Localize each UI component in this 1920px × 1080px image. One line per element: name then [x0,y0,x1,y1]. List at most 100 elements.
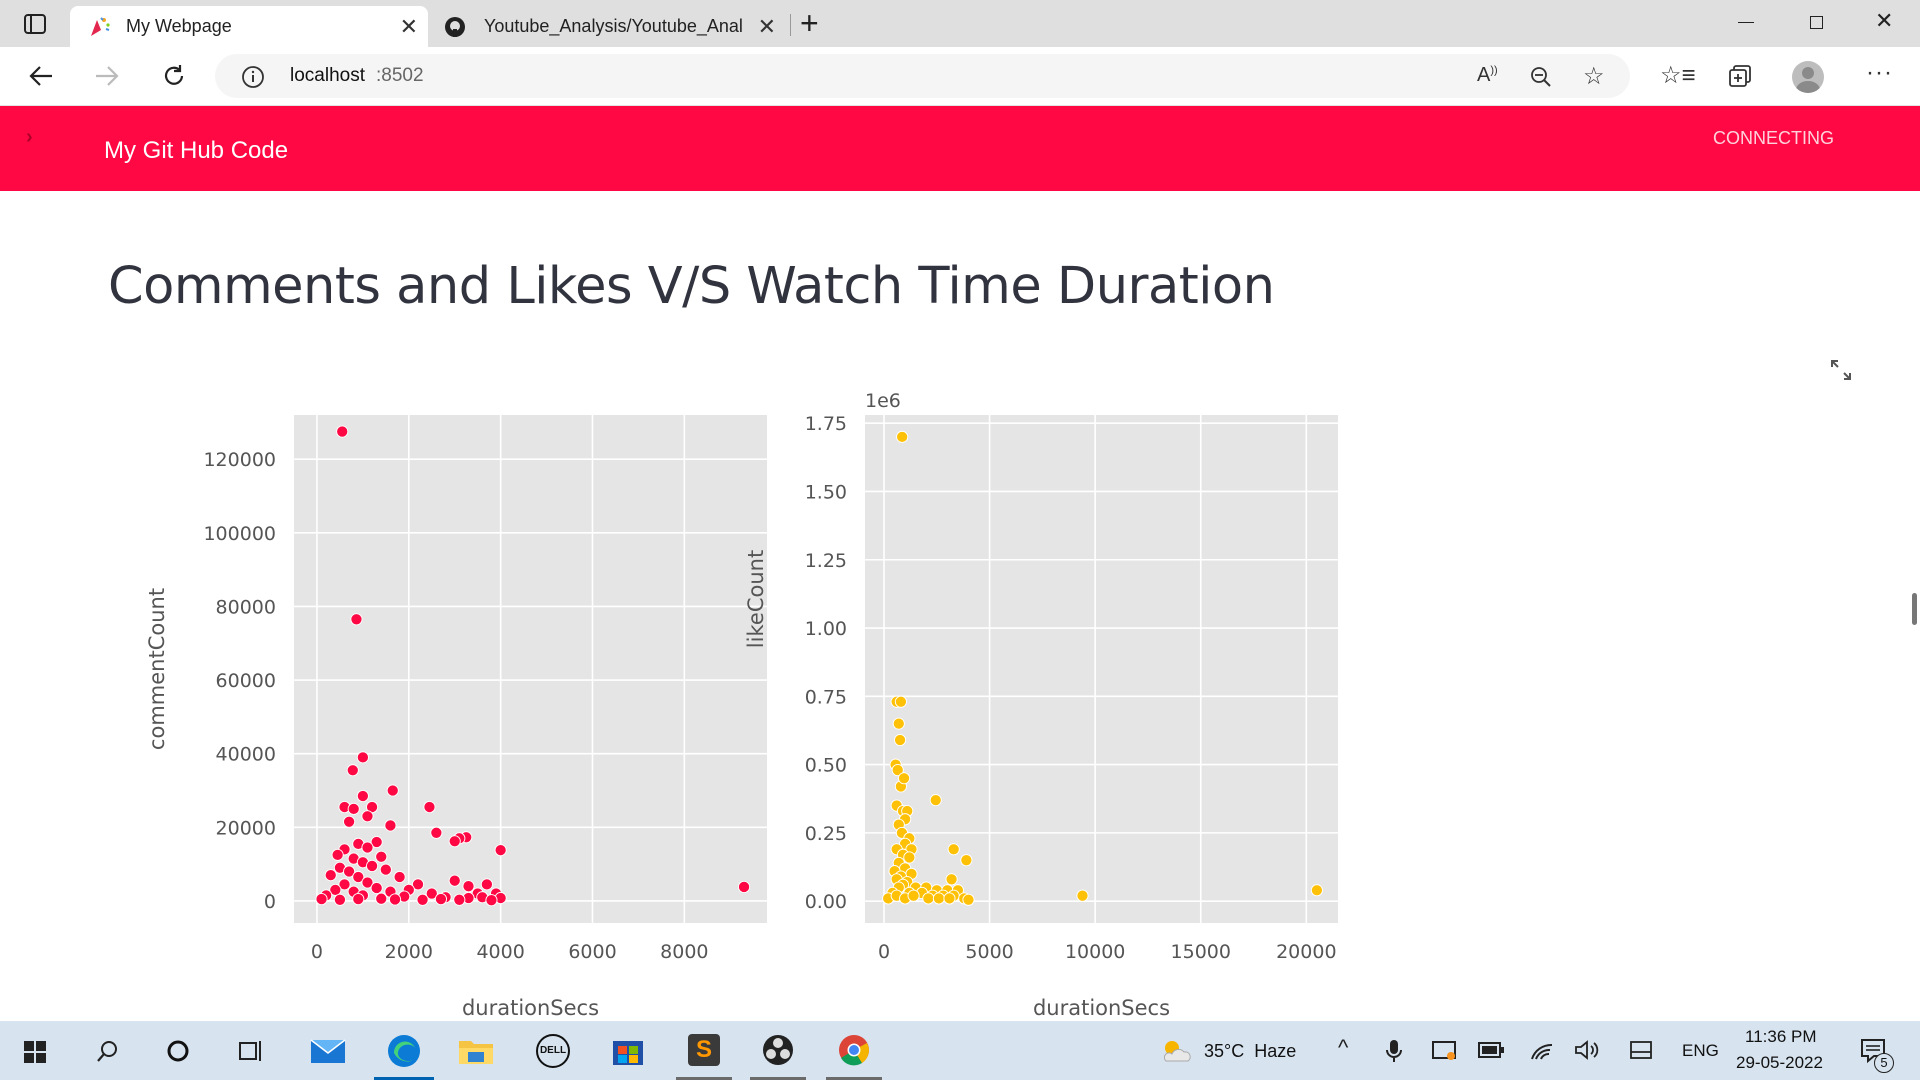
data-point [892,717,905,730]
data-point [423,800,436,814]
scrollbar-thumb[interactable] [1912,593,1917,625]
tab-my-webpage[interactable]: My Webpage ✕ [70,6,428,47]
battery-icon[interactable] [1478,1042,1504,1058]
profile-avatar[interactable] [1792,61,1824,93]
data-point [352,893,365,906]
data-point [366,859,379,872]
data-point [922,892,935,905]
new-tab-plus-icon[interactable]: + [800,5,819,42]
sidebar-toggle-icon[interactable]: › [26,126,33,149]
notifications-badge: 5 [1874,1053,1894,1073]
favorites-icon[interactable]: ☆≡ [1660,61,1696,90]
keyboard-icon[interactable] [1630,1041,1652,1059]
y-offset-label: 1e6 [865,390,901,412]
weather-text[interactable]: 35°C Haze [1204,1041,1296,1062]
app-header: › My Git Hub Code CONNECTING [0,106,1920,191]
x-tick-label: 20000 [1276,941,1336,963]
weather-icon[interactable] [1160,1037,1192,1063]
data-point [453,893,466,906]
data-point [370,881,383,895]
url-field[interactable]: localhost:8502 A)) ☆ [215,54,1630,98]
x-tick-label: 10000 [1065,941,1125,963]
data-point [494,844,507,857]
chrome-icon[interactable] [838,1034,870,1066]
y-tick-label: 1.50 [805,481,847,503]
store-icon[interactable] [612,1036,644,1066]
data-point [448,835,461,848]
file-explorer-icon[interactable] [458,1037,494,1065]
tray-chevron-icon[interactable]: ^ [1338,1035,1348,1061]
data-point [932,892,945,905]
add-favorite-icon[interactable]: ☆ [1583,62,1605,91]
window-close-icon[interactable]: ✕ [1875,8,1893,34]
main-content: Comments and Likes V/S Watch Time Durati… [0,191,1920,1021]
data-point [384,819,397,832]
scatter-plot-1: 0 2000 4000 6000 800002000040000600008000010… [145,415,767,1020]
y-tick-label: 100000 [203,523,276,545]
mail-icon[interactable] [310,1037,346,1065]
sublime-text-icon[interactable]: S [688,1034,720,1066]
volume-icon[interactable] [1574,1039,1600,1061]
search-icon[interactable] [96,1039,120,1063]
forward-icon[interactable] [94,64,120,88]
data-point [903,851,916,864]
tab-actions-icon[interactable] [24,14,46,34]
x-tick-label: 5000 [965,941,1013,963]
x-axis-label: durationSecs [1033,996,1170,1020]
tab-github[interactable]: Youtube_Analysis/Youtube_Analy ✕ [436,6,786,47]
refresh-icon[interactable] [162,64,186,88]
data-point [347,802,360,815]
capture-icon[interactable] [1432,1039,1456,1061]
x-tick-label: 0 [878,941,890,963]
data-point [434,893,448,906]
data-point [324,869,337,882]
microphone-icon[interactable] [1386,1039,1402,1063]
y-tick-label: 1.25 [805,550,847,572]
wifi-icon[interactable] [1530,1039,1554,1061]
collections-icon[interactable] [1728,64,1752,88]
windows-start-icon[interactable] [24,1041,46,1063]
x-tick-label: 6000 [568,941,616,963]
data-point [462,880,475,893]
x-axis-label: durationSecs [462,996,599,1020]
tab-close-icon[interactable]: ✕ [400,14,418,40]
data-point [896,430,909,443]
data-point [343,815,356,828]
data-point [356,751,369,764]
cortana-icon[interactable] [166,1039,190,1063]
browser-tab-bar: My Webpage ✕ Youtube_Analysis/Youtube_An… [0,0,1920,47]
y-tick-label: 0.25 [805,823,847,845]
data-point [346,764,359,777]
task-view-icon[interactable] [238,1039,264,1063]
language-indicator[interactable]: ENG [1682,1041,1719,1061]
tab-close-icon[interactable]: ✕ [758,14,776,40]
data-point [907,889,920,902]
github-link[interactable]: My Git Hub Code [104,137,288,165]
y-axis-label: commentCount [145,588,169,750]
minimize-icon[interactable] [1738,22,1754,23]
more-icon[interactable]: ··· [1866,59,1893,87]
site-info-icon[interactable] [241,65,265,89]
y-tick-label: 20000 [216,817,276,839]
data-point [960,854,973,867]
obs-icon[interactable] [762,1034,794,1066]
data-point [943,892,956,905]
read-aloud-icon[interactable]: A)) [1477,64,1498,87]
dell-icon[interactable]: DELL [536,1034,570,1068]
clock-date[interactable]: 29-05-2022 [1736,1053,1823,1073]
data-point [333,893,346,906]
restore-icon[interactable] [1810,16,1823,29]
data-point [480,878,493,891]
tab-title: My Webpage [126,16,232,36]
data-point [315,893,328,906]
clock-time[interactable]: 11:36 PM [1745,1027,1817,1047]
url-port: :8502 [376,65,424,86]
zoom-out-icon[interactable] [1530,66,1552,88]
y-axis-label: likeCount [744,550,768,648]
x-tick-label: 4000 [476,941,524,963]
back-icon[interactable] [28,64,54,88]
data-point [894,733,907,747]
y-tick-label: 60000 [216,670,276,692]
edge-icon[interactable] [386,1033,422,1069]
connection-status: CONNECTING [1713,128,1834,148]
